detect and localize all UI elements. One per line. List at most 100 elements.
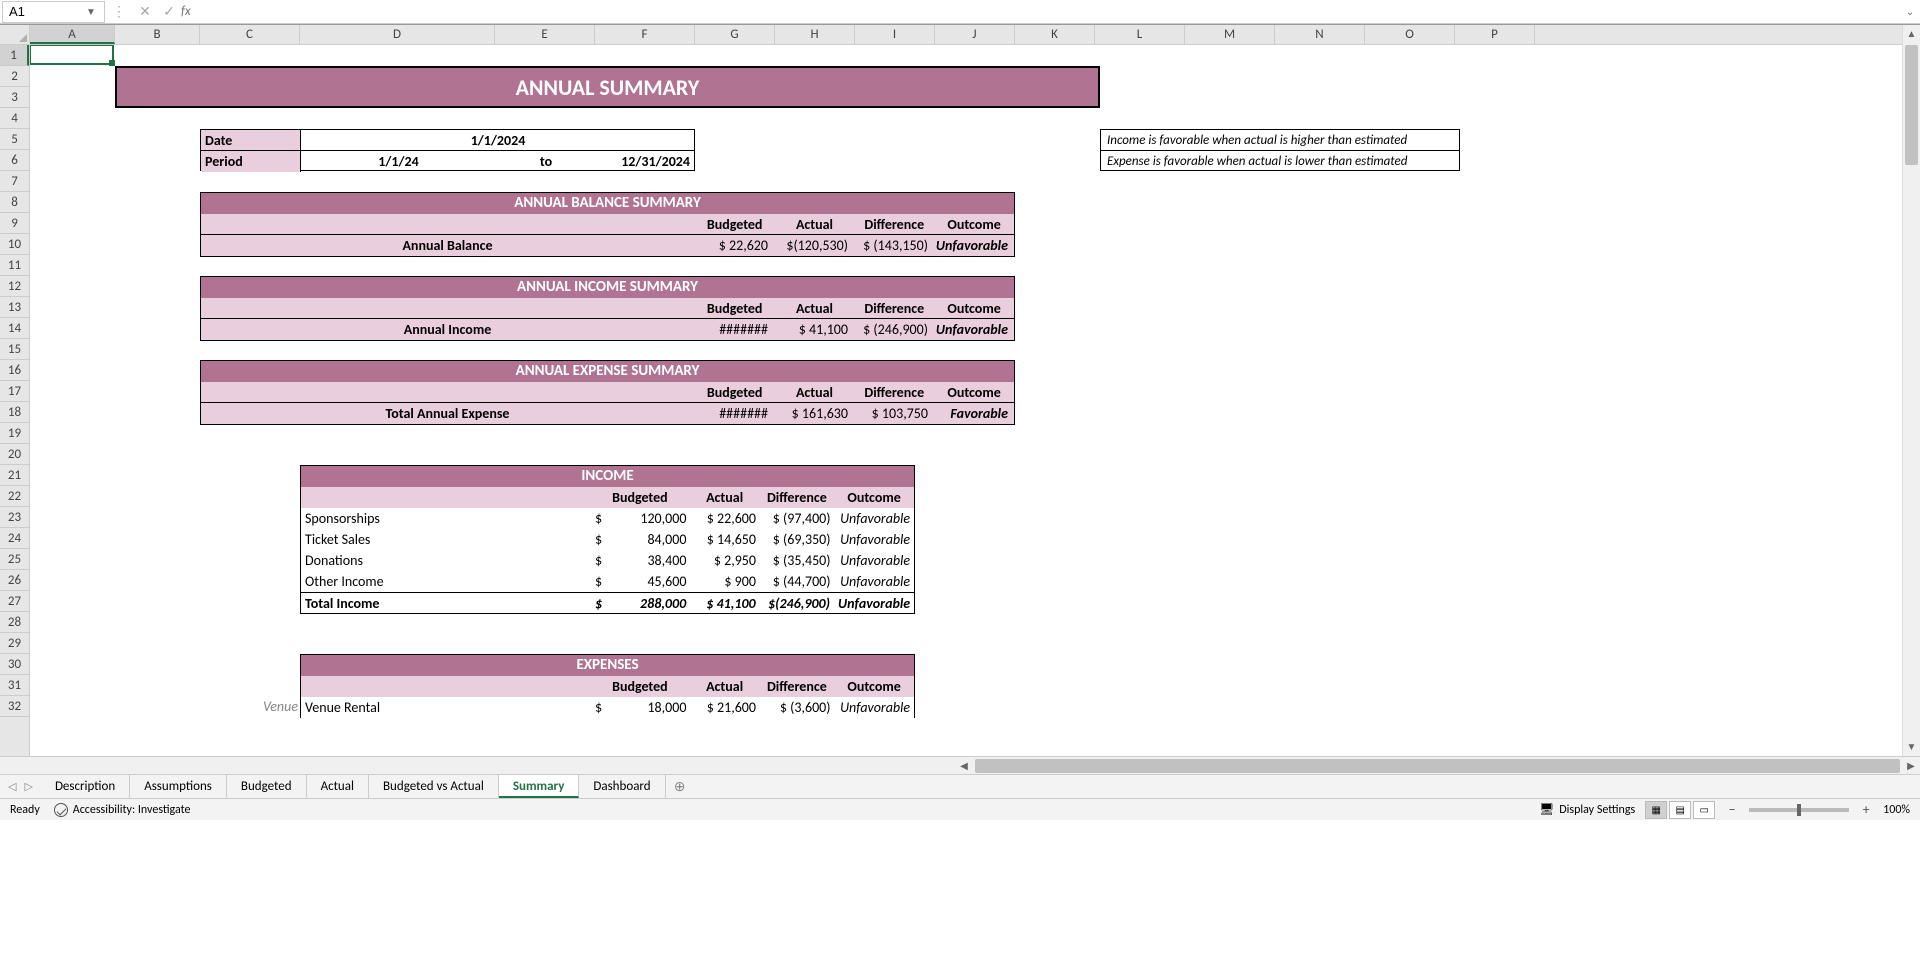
row-header-29[interactable]: 29 (0, 633, 29, 654)
row-header-2[interactable]: 2 (0, 66, 29, 87)
row-header-14[interactable]: 14 (0, 318, 29, 339)
expense-row: Venue Rental $18,000 $ 21,600 $ (3,600) … (301, 697, 914, 718)
zoom-in-icon[interactable]: + (1859, 801, 1873, 818)
tab-dashboard[interactable]: Dashboard (579, 775, 665, 798)
col-header-L[interactable]: L (1095, 25, 1185, 44)
col-header-A[interactable]: A (30, 25, 115, 44)
add-sheet-icon[interactable]: ⊕ (666, 775, 694, 798)
period-to: to (496, 151, 596, 172)
formula-input[interactable] (199, 2, 1900, 22)
tab-actual[interactable]: Actual (307, 775, 369, 798)
row-header-3[interactable]: 3 (0, 87, 29, 108)
income-detail-headers: Budgeted Actual Difference Outcome (301, 487, 914, 508)
tab-assumptions[interactable]: Assumptions (130, 775, 227, 798)
col-header-G[interactable]: G (695, 25, 775, 44)
view-page-break-icon[interactable]: ▭ (1693, 801, 1715, 819)
col-header-B[interactable]: B (115, 25, 200, 44)
col-header-N[interactable]: N (1275, 25, 1365, 44)
row-header-8[interactable]: 8 (0, 192, 29, 213)
col-header-H[interactable]: H (775, 25, 855, 44)
tab-budgeted-vs-actual[interactable]: Budgeted vs Actual (369, 775, 499, 798)
col-header-M[interactable]: M (1185, 25, 1275, 44)
col-header-D[interactable]: D (300, 25, 495, 44)
row-header-23[interactable]: 23 (0, 507, 29, 528)
display-icon: 🖥 (1539, 802, 1554, 817)
zoom-handle[interactable] (1797, 804, 1801, 816)
col-header-K[interactable]: K (1015, 25, 1095, 44)
row-header-5[interactable]: 5 (0, 129, 29, 150)
row-header-31[interactable]: 31 (0, 675, 29, 696)
row-header-18[interactable]: 18 (0, 402, 29, 423)
row-header-12[interactable]: 12 (0, 276, 29, 297)
select-all-corner[interactable] (0, 25, 30, 45)
spreadsheet-grid: ABCDEFGHIJKLMNOP 12345678910111213141516… (0, 24, 1920, 756)
row-header-16[interactable]: 16 (0, 360, 29, 381)
col-header-E[interactable]: E (495, 25, 595, 44)
fill-handle[interactable] (109, 60, 115, 66)
row-header-1[interactable]: 1 (0, 45, 29, 66)
enter-icon[interactable]: ✓ (157, 3, 181, 20)
row-header-21[interactable]: 21 (0, 465, 29, 486)
row-header-24[interactable]: 24 (0, 528, 29, 549)
row-header-4[interactable]: 4 (0, 108, 29, 129)
vscroll-thumb[interactable] (1905, 45, 1918, 165)
col-header-I[interactable]: I (855, 25, 935, 44)
display-settings-button[interactable]: 🖥 Display Settings (1539, 802, 1635, 817)
row-header-26[interactable]: 26 (0, 570, 29, 591)
row-header-20[interactable]: 20 (0, 444, 29, 465)
col-header-P[interactable]: P (1455, 25, 1535, 44)
view-page-layout-icon[interactable]: ▤ (1669, 801, 1691, 819)
col-header-F[interactable]: F (595, 25, 695, 44)
expand-formula-icon[interactable]: ⌄ (1900, 5, 1920, 18)
tab-prev-icon[interactable]: ◁ (8, 780, 16, 793)
row-header-9[interactable]: 9 (0, 213, 29, 234)
zoom-slider[interactable] (1749, 808, 1849, 812)
name-box[interactable] (3, 4, 83, 19)
cells-area[interactable]: ANNUAL SUMMARY Date 1/1/2024 Period 1/1/… (30, 45, 1902, 756)
row-header-10[interactable]: 10 (0, 234, 29, 255)
tab-budgeted[interactable]: Budgeted (227, 775, 307, 798)
row-header-22[interactable]: 22 (0, 486, 29, 507)
view-buttons: ▦ ▤ ▭ (1645, 801, 1715, 819)
row-header-15[interactable]: 15 (0, 339, 29, 360)
row-header-6[interactable]: 6 (0, 150, 29, 171)
scroll-up-icon[interactable]: ▲ (1903, 25, 1920, 43)
row-header-11[interactable]: 11 (0, 255, 29, 276)
view-normal-icon[interactable]: ▦ (1645, 801, 1667, 819)
tab-next-icon[interactable]: ▷ (24, 780, 32, 793)
tab-nav[interactable]: ◁ ▷ (0, 775, 41, 798)
tab-description[interactable]: Description (41, 775, 130, 798)
cancel-icon[interactable]: ✕ (133, 3, 157, 20)
balance-summary-box: ANNUAL BALANCE SUMMARY Budgeted Actual D… (200, 192, 1015, 257)
zoom-level[interactable]: 100% (1883, 803, 1910, 817)
income-detail-box: INCOME Budgeted Actual Difference Outcom… (300, 465, 915, 614)
row-header-25[interactable]: 25 (0, 549, 29, 570)
row-header-32[interactable]: 32 (0, 696, 29, 717)
scroll-left-icon[interactable]: ◀ (955, 759, 973, 772)
row-header-13[interactable]: 13 (0, 297, 29, 318)
hscroll-thumb[interactable] (975, 759, 1900, 773)
row-header-17[interactable]: 17 (0, 381, 29, 402)
row-header-28[interactable]: 28 (0, 612, 29, 633)
period-end: 12/31/2024 (596, 151, 694, 172)
tab-summary[interactable]: Summary (499, 775, 580, 798)
scroll-down-icon[interactable]: ▼ (1903, 738, 1920, 756)
horizontal-scrollbar[interactable]: ◀ ▶ (955, 757, 1920, 774)
date-value: 1/1/2024 (301, 130, 695, 151)
accessibility-status[interactable]: Accessibility: Investigate (54, 803, 191, 817)
col-header-J[interactable]: J (935, 25, 1015, 44)
name-box-wrap[interactable]: ▼ (2, 1, 105, 23)
col-header-O[interactable]: O (1365, 25, 1455, 44)
vertical-scrollbar[interactable]: ▲ ▼ (1902, 25, 1920, 756)
name-box-dropdown-icon[interactable]: ▼ (83, 5, 99, 18)
date-label: Date (201, 130, 301, 151)
row-header-7[interactable]: 7 (0, 171, 29, 192)
row-header-19[interactable]: 19 (0, 423, 29, 444)
zoom-out-icon[interactable]: − (1725, 801, 1739, 818)
scroll-right-icon[interactable]: ▶ (1902, 759, 1920, 772)
income-summary-row: Annual Income ####### $ 41,100 $ (246,90… (201, 319, 1014, 340)
fx-icon[interactable]: fx (181, 4, 191, 19)
row-header-27[interactable]: 27 (0, 591, 29, 612)
row-header-30[interactable]: 30 (0, 654, 29, 675)
col-header-C[interactable]: C (200, 25, 300, 44)
